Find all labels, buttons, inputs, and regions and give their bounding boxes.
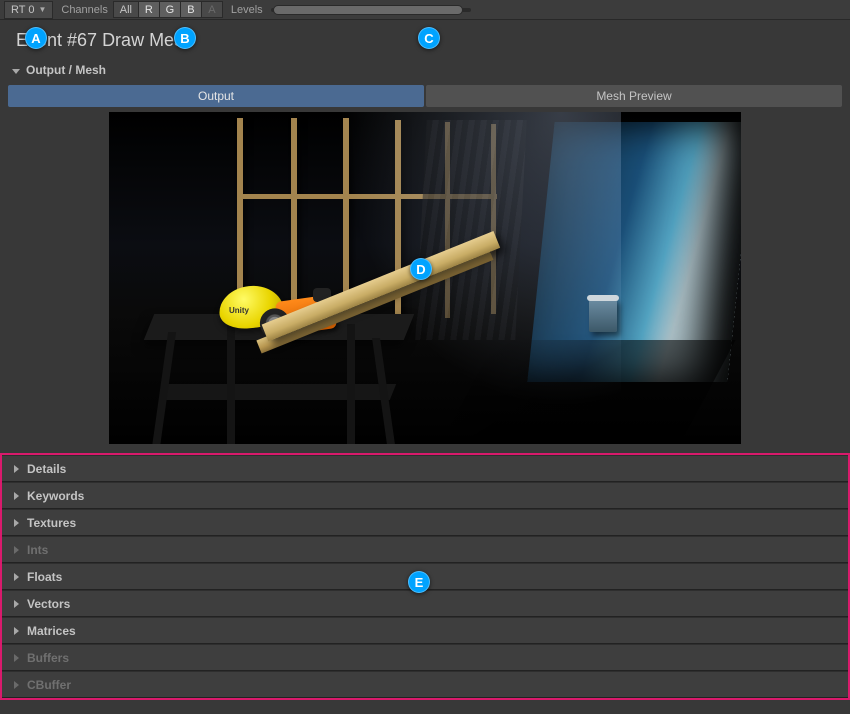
chevron-down-icon: ▼ (38, 5, 46, 14)
chevron-right-icon (14, 462, 19, 476)
accordion-label: CBuffer (27, 678, 71, 692)
toolbar: RT 0 ▼ Channels All R G B A Levels (0, 0, 850, 20)
workbench-shelf (162, 384, 396, 400)
annotation-badge-b: B (174, 27, 196, 49)
accordion-row-matrices[interactable]: Matrices (2, 617, 848, 644)
annotation-badge-d: D (410, 258, 432, 280)
levels-label: Levels (231, 4, 263, 16)
foldout-arrow-icon (12, 63, 20, 77)
levels-fill (273, 5, 463, 15)
channel-b-button[interactable]: B (180, 1, 202, 18)
channel-all-button[interactable]: All (113, 1, 139, 18)
accordion-label: Details (27, 462, 66, 476)
accordion-label: Floats (27, 570, 62, 584)
accordion-label: Matrices (27, 624, 76, 638)
accordion-row-textures[interactable]: Textures (2, 509, 848, 536)
accordion-row-cbuffer[interactable]: CBuffer (2, 671, 848, 698)
levels-slider[interactable] (271, 4, 471, 16)
annotation-badge-e: E (408, 571, 430, 593)
chevron-right-icon (14, 543, 19, 557)
accordion-row-vectors[interactable]: Vectors (2, 590, 848, 617)
workbench-leg (227, 324, 235, 444)
tab-mesh-preview[interactable]: Mesh Preview (426, 85, 842, 107)
accordion-label: Buffers (27, 651, 69, 665)
paint-bucket (589, 298, 617, 332)
accordion-row-buffers[interactable]: Buffers (2, 644, 848, 671)
chevron-right-icon (14, 489, 19, 503)
chevron-right-icon (14, 570, 19, 584)
channels-group: All R G B A (114, 1, 223, 18)
output-tabs: Output Mesh Preview (0, 81, 850, 111)
channel-a-button[interactable]: A (201, 1, 223, 18)
render-target-dropdown[interactable]: RT 0 ▼ (4, 1, 53, 19)
chevron-right-icon (14, 651, 19, 665)
scene-drape (415, 120, 527, 340)
accordion-label: Ints (27, 543, 48, 557)
channel-g-button[interactable]: G (159, 1, 181, 18)
accordion-row-details[interactable]: Details (2, 455, 848, 482)
workbench-leg (347, 324, 355, 444)
output-mesh-label: Output / Mesh (26, 63, 106, 77)
accordion-label: Vectors (27, 597, 70, 611)
preview-area: Unity (0, 111, 850, 451)
chevron-right-icon (14, 624, 19, 638)
levels-track (271, 8, 471, 12)
chevron-right-icon (14, 597, 19, 611)
chevron-right-icon (14, 678, 19, 692)
annotation-badge-a: A (25, 27, 47, 49)
accordion-label: Keywords (27, 489, 84, 503)
chevron-right-icon (14, 516, 19, 530)
render-target-label: RT 0 (11, 4, 34, 16)
hard-hat-logo: Unity (229, 306, 249, 315)
accordion-row-keywords[interactable]: Keywords (2, 482, 848, 509)
accordion-label: Textures (27, 516, 76, 530)
output-mesh-foldout[interactable]: Output / Mesh (0, 59, 850, 81)
annotation-badge-c: C (418, 27, 440, 49)
tab-output[interactable]: Output (8, 85, 424, 107)
channels-label: Channels (61, 4, 107, 16)
channel-r-button[interactable]: R (138, 1, 160, 18)
accordion-row-ints[interactable]: Ints (2, 536, 848, 563)
